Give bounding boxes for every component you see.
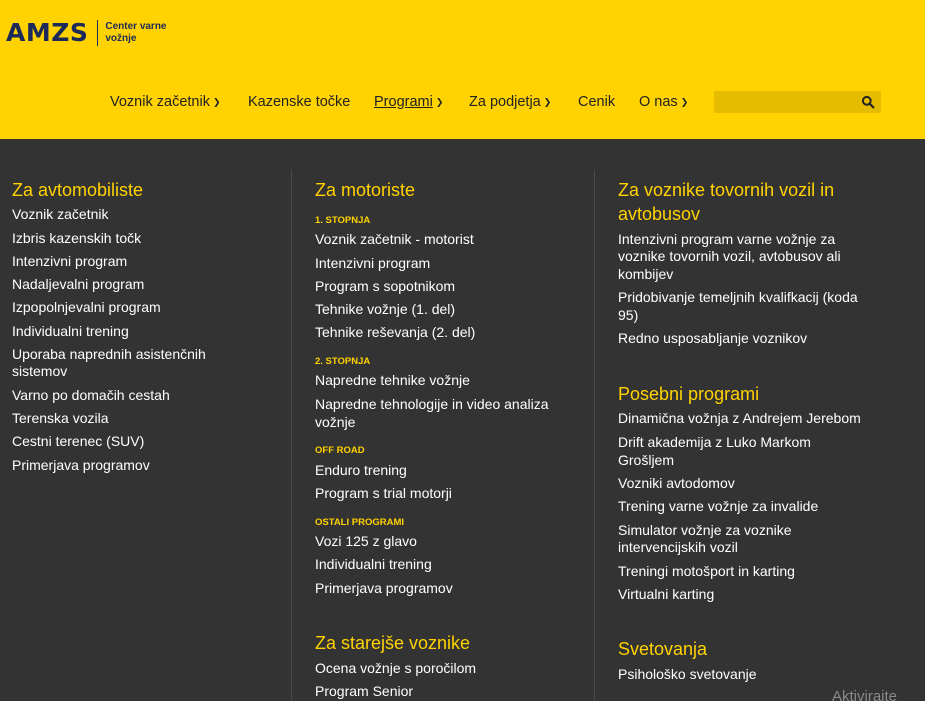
heading-za-starejse-voznike: Za starejše voznike: [315, 633, 471, 653]
menu-link[interactable]: Psihološko svetovanje: [618, 665, 757, 683]
menu-link[interactable]: Izbris kazenskih točk: [12, 229, 141, 247]
nav-voznik-zacetnik[interactable]: Voznik začetnik ❯: [110, 94, 221, 110]
menu-link[interactable]: Redno usposabljanje voznikov: [618, 329, 807, 347]
nav-label: Programi: [374, 94, 433, 110]
menu-link[interactable]: Individualni trening: [12, 322, 129, 340]
column-divider: [594, 170, 595, 701]
menu-link[interactable]: Enduro trening: [315, 461, 407, 479]
menu-link[interactable]: Simulator vožnje za voznike: [618, 521, 792, 539]
subheading-2-stopnja: 2. STOPNJA: [315, 356, 371, 367]
menu-link[interactable]: Primerjava programov: [315, 579, 453, 597]
menu-link[interactable]: voznike tovornih vozil, avtobusov ali: [618, 247, 841, 265]
header: AMZS Center varne vožnje Voznik začetnik…: [0, 0, 925, 139]
menu-link[interactable]: Uporaba naprednih asistenčnih: [12, 345, 206, 363]
nav-o-nas[interactable]: O nas ❯: [639, 94, 688, 110]
heading-za-voznike-tovornih-vozil-line2: avtobusov: [618, 204, 701, 224]
menu-link[interactable]: Intenzivni program: [315, 254, 430, 272]
heading-posebni-programi: Posebni programi: [618, 384, 760, 404]
nav-label: Za podjetja: [469, 94, 541, 110]
menu-link[interactable]: Grošljem: [618, 451, 674, 469]
amzs-logo[interactable]: AMZS Center varne vožnje: [6, 18, 175, 47]
menu-link[interactable]: Tehnike reševanja (2. del): [315, 323, 475, 341]
heading-za-motoriste: Za motoriste: [315, 180, 416, 200]
subheading-off-road: OFF ROAD: [315, 445, 365, 456]
nav-label: Voznik začetnik: [110, 94, 210, 110]
subheading-ostali-programi: OSTALI PROGRAMI: [315, 517, 405, 528]
menu-link[interactable]: Voznik začetnik: [12, 205, 109, 223]
chevron-down-icon: ❯: [680, 96, 689, 107]
logo-subtitle: Center varne vožnje: [105, 21, 175, 45]
windows-activation-watermark: Aktivirajte: [832, 688, 898, 701]
nav-kazenske-tocke[interactable]: Kazenske točke: [248, 94, 350, 110]
menu-link[interactable]: Napredne tehnologije in video analiza: [315, 395, 549, 413]
menu-link[interactable]: Vozniki avtodomov: [618, 474, 735, 492]
chevron-down-icon: ❯: [543, 96, 552, 107]
menu-link[interactable]: Napredne tehnike vožnje: [315, 371, 470, 389]
menu-link[interactable]: Treningi motošport in karting: [618, 562, 795, 580]
menu-link[interactable]: sistemov: [12, 362, 67, 380]
menu-link[interactable]: Intenzivni program: [12, 252, 127, 270]
menu-link[interactable]: Voznik začetnik - motorist: [315, 230, 474, 248]
menu-link[interactable]: Pridobivanje temeljnih kvalifkacij (koda: [618, 288, 858, 306]
menu-link[interactable]: Izpopolnjevalni program: [12, 298, 161, 316]
heading-za-avtomobiliste: Za avtomobiliste: [12, 180, 144, 200]
menu-link[interactable]: Vozi 125 z glavo: [315, 532, 417, 550]
menu-link[interactable]: Terenska vozila: [12, 409, 109, 427]
menu-link[interactable]: Cestni terenec (SUV): [12, 432, 144, 450]
menu-link[interactable]: Dinamična vožnja z Andrejem Jerebom: [618, 409, 861, 427]
menu-link[interactable]: intervencijskih vozil: [618, 538, 738, 556]
search-input[interactable]: [714, 91, 881, 113]
column-divider: [291, 170, 292, 701]
heading-svetovanja: Svetovanja: [618, 639, 708, 659]
menu-link[interactable]: kombijev: [618, 265, 673, 283]
logo-subtitle-line2: vožnje: [105, 32, 137, 44]
subheading-1-stopnja: 1. STOPNJA: [315, 215, 371, 226]
search-icon[interactable]: [861, 95, 875, 109]
logo-subtitle-line1: Center varne: [105, 20, 167, 32]
chevron-down-icon: ❯: [212, 96, 221, 107]
menu-link[interactable]: vožnje: [315, 413, 355, 431]
menu-link[interactable]: Virtualni karting: [618, 585, 714, 603]
heading-za-voznike-tovornih-vozil: Za voznike tovornih vozil in: [618, 180, 835, 200]
menu-link[interactable]: Intenzivni program varne vožnje za: [618, 230, 835, 248]
menu-link[interactable]: Varno po domačih cestah: [12, 386, 170, 404]
nav-programi[interactable]: Programi ❯: [374, 94, 443, 110]
menu-link[interactable]: Program s trial motorji: [315, 484, 452, 502]
nav-label: Kazenske točke: [248, 94, 351, 110]
menu-link[interactable]: Program Senior: [315, 682, 413, 700]
nav-cenik[interactable]: Cenik: [578, 94, 615, 110]
nav-za-podjetja[interactable]: Za podjetja ❯: [469, 94, 551, 110]
menu-link[interactable]: 95): [618, 306, 638, 324]
nav-label: O nas: [639, 94, 678, 110]
logo-divider: [97, 19, 99, 46]
menu-link[interactable]: Trening varne vožnje za invalide: [618, 497, 818, 515]
menu-link[interactable]: Individualni trening: [315, 555, 432, 573]
menu-link[interactable]: Drift akademija z Luko Markom: [618, 433, 811, 451]
menu-link[interactable]: Primerjava programov: [12, 456, 150, 474]
menu-link[interactable]: Ocena vožnje s poročilom: [315, 659, 476, 677]
nav-label: Cenik: [578, 94, 616, 110]
chevron-down-icon: ❯: [435, 96, 444, 107]
menu-link[interactable]: Nadaljevalni program: [12, 275, 144, 293]
logo-text: AMZS: [6, 18, 89, 47]
menu-link[interactable]: Program s sopotnikom: [315, 277, 455, 295]
menu-link[interactable]: Tehnike vožnje (1. del): [315, 300, 455, 318]
